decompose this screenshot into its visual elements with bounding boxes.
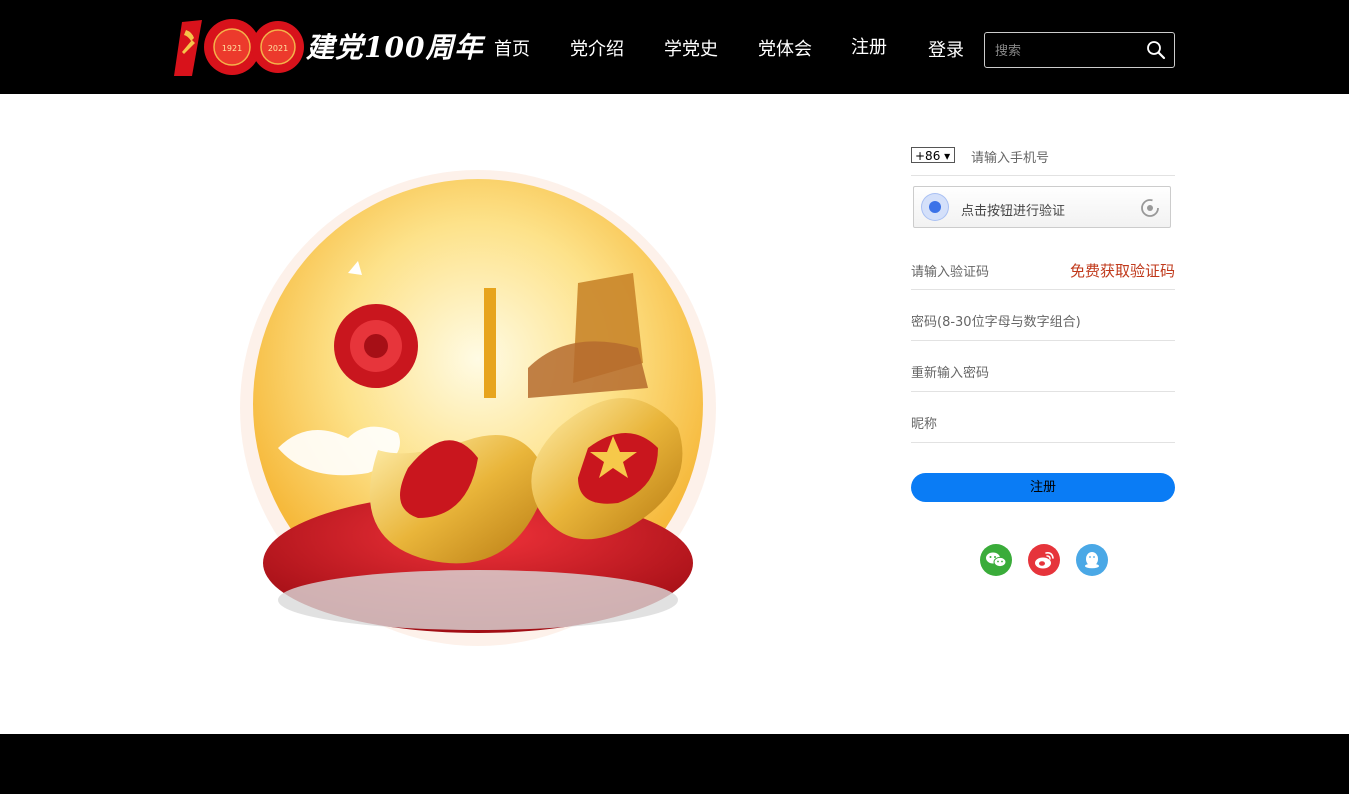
qq-login-button[interactable] [1076,544,1108,576]
search-icon[interactable] [1146,40,1166,60]
wechat-login-button[interactable] [980,544,1012,576]
verification-code-field[interactable]: 请输入验证码 [911,261,989,280]
nickname-row: 昵称 [911,391,1175,443]
search-input[interactable] [993,40,1137,62]
logo-text: 建党100周年 [306,31,484,64]
phone-field[interactable]: 请输入手机号 [971,147,1049,166]
get-code-link[interactable]: 免费获取验证码 [1070,260,1175,281]
weibo-login-button[interactable] [1028,544,1060,576]
password-row: 密码(8-30位字母与数字组合) [911,289,1175,341]
qq-icon [1085,552,1099,569]
top-header: 1921 2021 建党100周年 首页 党介绍 学党史 党体会 注册 登录 [0,0,1349,94]
centenary-logo-icon: 1921 2021 [174,19,304,76]
party-100-logo[interactable]: 1921 2021 建党100周年 [174,14,482,80]
repeat-password-row: 重新输入密码 [911,340,1175,392]
logo-year-left: 1921 [222,44,242,53]
logo-year-right: 2021 [268,44,288,53]
nav-item-party-intro[interactable]: 党介绍 [570,35,624,61]
register-button[interactable]: 注册 [911,473,1175,502]
nav-item-party-history[interactable]: 学党史 [664,35,718,61]
repeat-password-field[interactable]: 重新输入密码 [911,362,989,381]
centenary-illustration [240,170,716,646]
nav-item-register[interactable]: 注册 [851,33,887,59]
wechat-icon [986,552,1007,568]
country-code-select[interactable]: +86 ▾ [911,147,955,163]
centenary-hero-image [228,168,728,658]
weibo-icon [1035,552,1054,569]
password-field[interactable]: 密码(8-30位字母与数字组合) [911,311,1081,330]
nickname-field[interactable]: 昵称 [911,413,937,432]
search-box [984,32,1175,68]
nav-item-login[interactable]: 登录 [928,36,964,62]
phone-row: +86 ▾ 请输入手机号 [911,130,1175,176]
captcha-widget[interactable]: 点击按钮进行验证 [913,186,1171,228]
refresh-icon[interactable] [1140,198,1160,218]
captcha-label: 点击按钮进行验证 [961,204,1066,219]
nav-item-party-experience[interactable]: 党体会 [758,35,812,61]
footer [0,734,1349,794]
captcha-radio-icon[interactable] [922,194,948,220]
nav-item-home[interactable]: 首页 [494,35,530,61]
